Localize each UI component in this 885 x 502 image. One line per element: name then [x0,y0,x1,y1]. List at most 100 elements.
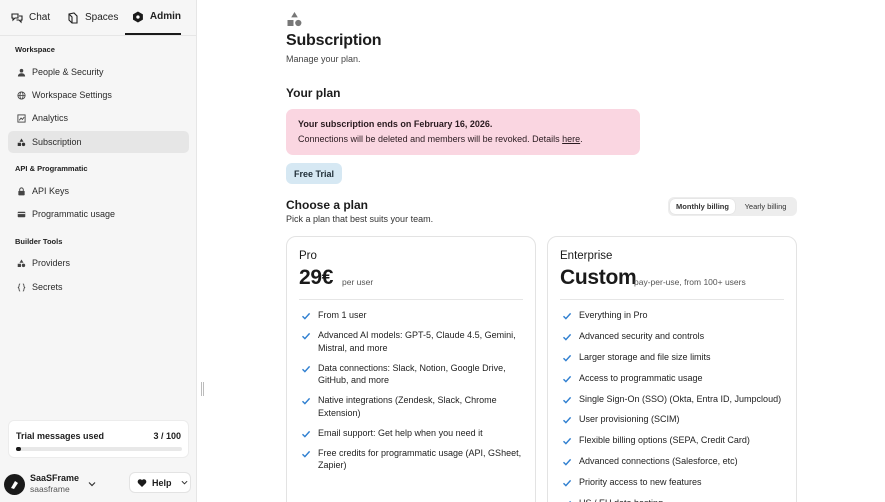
tab-chat-label: Chat [29,12,51,23]
check-icon [563,375,572,383]
tab-admin-label: Admin [149,11,181,22]
sidebar-item-providers[interactable]: Providers [8,252,189,274]
feature-item: US / EU data hosting [562,497,787,502]
your-plan-heading: Your plan [286,86,341,100]
sidebar-item-label: Providers [32,258,71,268]
feature-item: Advanced AI models: GPT-5, Claude 4.5, G… [301,329,526,354]
feature-item: Everything in Pro [562,309,787,322]
feature-text: Access to programmatic usage [579,372,703,383]
sidebar-item-label: Programmatic usage [32,209,116,219]
alert-details-link[interactable]: here [562,134,580,144]
top-nav: Chat Spaces Admin [0,0,197,36]
plan-name: Pro [299,250,317,262]
tab-spaces[interactable]: Spaces [67,0,118,35]
feature-item: Access to programmatic usage [562,372,787,385]
shapes-icon [17,258,26,267]
divider [560,299,784,300]
choose-plan-subtitle: Pick a plan that best suits your team. [286,214,434,224]
plan-card-enterprise[interactable]: Enterprise Custom pay-per-use, from 100+… [547,236,797,502]
section-title-api: API & Programmatic [15,164,88,173]
feature-list: Everything in Pro Advanced security and c… [562,309,787,502]
sidebar-item-label: Subscription [32,137,82,147]
trial-usage-count: 3 / 100 [153,431,181,441]
sidebar-item-api-keys[interactable]: API Keys [8,180,189,202]
plan-price: 29€ [299,266,334,289]
alert-body: Connections will be deleted and members … [298,134,628,144]
trial-usage-label: Trial messages used [16,431,105,441]
chart-icon [17,113,26,123]
logo-icon [11,480,18,489]
sidebar: Chat Spaces Admin Workspace People & Sec… [0,0,197,502]
feature-text: Native integrations (Zendesk, Slack, Chr… [318,395,497,418]
chevron-down-icon [181,480,188,485]
sidebar-item-label: Analytics [32,113,69,123]
braces-icon [17,282,26,292]
help-label: Help [152,477,172,488]
feature-text: Priority access to new features [579,477,702,488]
check-icon [563,354,572,362]
yearly-billing-option[interactable]: Yearly billing [736,199,795,214]
check-icon [563,480,572,487]
card-icon [17,211,26,217]
sidebar-item-subscription[interactable]: Subscription [8,131,189,153]
feature-text: User provisioning (SCIM) [579,414,680,425]
feature-text: Data connections: Slack, Notion, Google … [318,362,506,386]
heart-icon [137,478,147,487]
feature-text: US / EU data hosting [579,497,663,502]
alert-body-text: Connections will be deleted and members … [298,134,563,144]
sidebar-item-label: Secrets [32,282,63,292]
divider [299,299,523,300]
avatar [4,473,25,495]
sidebar-item-secrets[interactable]: Secrets [8,276,189,298]
page-title: Subscription [286,32,382,49]
check-icon [563,417,572,425]
feature-item: Advanced connections (Salesforce, etc) [562,455,787,468]
feature-list: From 1 user Advanced AI models: GPT-5, Cl… [301,309,526,479]
monthly-billing-option[interactable]: Monthly billing [670,199,735,214]
feature-item: Advanced security and controls [562,330,787,343]
alert-title: Your subscription ends on February 16, 2… [298,119,493,129]
chat-bubbles-icon [11,12,23,23]
hexagon-gear-icon [132,11,143,22]
plan-price-unit: pay-per-use, from 100+ users [634,277,746,287]
feature-text: Advanced security and controls [579,330,705,341]
plan-card-pro[interactable]: Pro 29€ per user From 1 user Advanced AI … [286,236,536,502]
tab-chat[interactable]: Chat [11,0,50,35]
tab-spaces-label: Spaces [85,12,119,23]
feature-text: Single Sign-On (SSO) (Okta, Entra ID, Ju… [579,393,782,404]
check-icon [563,312,572,320]
help-button[interactable]: Help [129,472,191,493]
plan-price-unit: per user [342,277,374,287]
sidebar-item-workspace-settings[interactable]: Workspace Settings [8,84,189,106]
check-icon [563,333,572,341]
plan-price: Custom [560,266,637,289]
feature-item: Free credits for programmatic usage (API… [301,447,526,472]
billing-toggle: Monthly billing Yearly billing [668,197,797,216]
feature-text: Flexible billing options (SEPA, Credit C… [579,435,750,446]
tab-admin[interactable]: Admin [125,0,181,35]
account-handle: saasframe [30,484,70,494]
section-title-workspace: Workspace [15,45,55,54]
check-icon [563,438,572,445]
sidebar-item-people-security[interactable]: People & Security [8,61,189,83]
feature-item: Data connections: Slack, Notion, Google … [301,362,526,387]
check-icon [302,397,311,405]
check-icon [302,332,311,340]
sidebar-item-label: Workspace Settings [32,90,112,100]
feature-text: Larger storage and file size limits [579,351,711,362]
plan-name: Enterprise [560,250,613,262]
feature-item: Priority access to new features [562,476,787,489]
feature-item: Flexible billing options (SEPA, Credit C… [562,434,787,447]
feature-item: Native integrations (Zendesk, Slack, Chr… [301,394,526,419]
check-icon [302,312,311,320]
account-switcher[interactable]: SaaSFrame saasframe [4,472,124,496]
choose-plan-heading: Choose a plan [286,198,369,212]
sidebar-item-programmatic-usage[interactable]: Programmatic usage [8,203,189,225]
subscription-ending-alert: Your subscription ends on February 16, 2… [286,109,640,155]
check-icon [563,396,572,404]
check-icon [563,459,572,466]
page-subtitle: Manage your plan. [286,54,361,64]
current-plan-badge[interactable]: Free Trial [286,163,342,184]
sidebar-resize-handle[interactable] [201,382,204,396]
sidebar-item-analytics[interactable]: Analytics [8,107,189,129]
